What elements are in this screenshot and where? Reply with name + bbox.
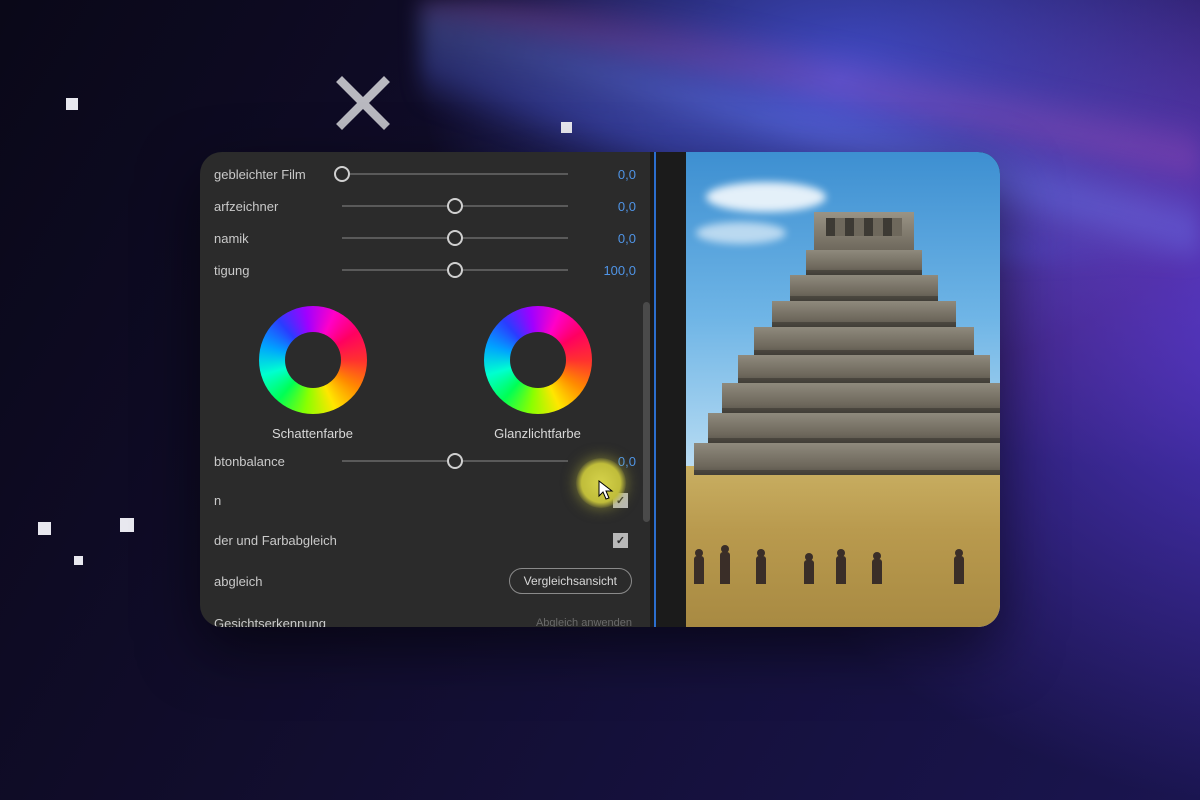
row-label: abgleich <box>214 574 509 589</box>
checkbox-icon[interactable]: ✓ <box>613 533 628 548</box>
slider-scharfzeichner[interactable]: arfzeichner 0,0 <box>200 192 650 220</box>
slider-value: 0,0 <box>576 167 650 182</box>
slider-value: 0,0 <box>576 199 650 214</box>
close-icon[interactable] <box>335 75 391 136</box>
app-window: gebleichter Film 0,0 arfzeichner 0,0 nam… <box>200 152 1000 627</box>
cursor-icon <box>598 480 614 500</box>
apply-match-button: Abgleich anwenden <box>536 617 632 627</box>
checkbox-label: der und Farbabgleich <box>214 533 613 548</box>
checkbox-row-farbabgleich: der und Farbabgleich ✓ <box>200 525 650 555</box>
row-label: Gesichtserkennung <box>214 616 536 628</box>
bg-square <box>120 518 134 532</box>
slider-label: namik <box>200 231 334 246</box>
slider-label: gebleichter Film <box>200 167 334 182</box>
slider-label: arfzeichner <box>200 199 334 214</box>
wheel-label: Glanzlichtfarbe <box>494 426 581 441</box>
slider-value: 0,0 <box>576 231 650 246</box>
bg-square <box>561 122 572 133</box>
slider-value: 100,0 <box>576 263 650 278</box>
highlight-color-wheel[interactable] <box>484 306 592 414</box>
shadow-color-wheel[interactable] <box>259 306 367 414</box>
slider-gebleichter-film[interactable]: gebleichter Film 0,0 <box>200 160 650 188</box>
checkbox-label: n <box>214 493 613 508</box>
cursor-highlight <box>576 458 626 508</box>
slider-saettigung[interactable]: tigung 100,0 <box>200 256 650 284</box>
bg-square <box>74 556 83 565</box>
video-preview <box>686 152 1000 627</box>
wheel-label: Schattenfarbe <box>272 426 353 441</box>
slider-label: btonbalance <box>200 454 334 469</box>
color-panel: gebleichter Film 0,0 arfzeichner 0,0 nam… <box>200 152 650 627</box>
panel-gap <box>656 152 686 627</box>
slider-label: tigung <box>200 263 334 278</box>
pyramid-graphic <box>694 235 1000 475</box>
bg-square <box>38 522 51 535</box>
bg-square <box>66 98 78 110</box>
panel-scrollbar[interactable] <box>643 302 650 522</box>
compare-view-button[interactable]: Vergleichsansicht <box>509 568 632 594</box>
slider-dynamik[interactable]: namik 0,0 <box>200 224 650 252</box>
